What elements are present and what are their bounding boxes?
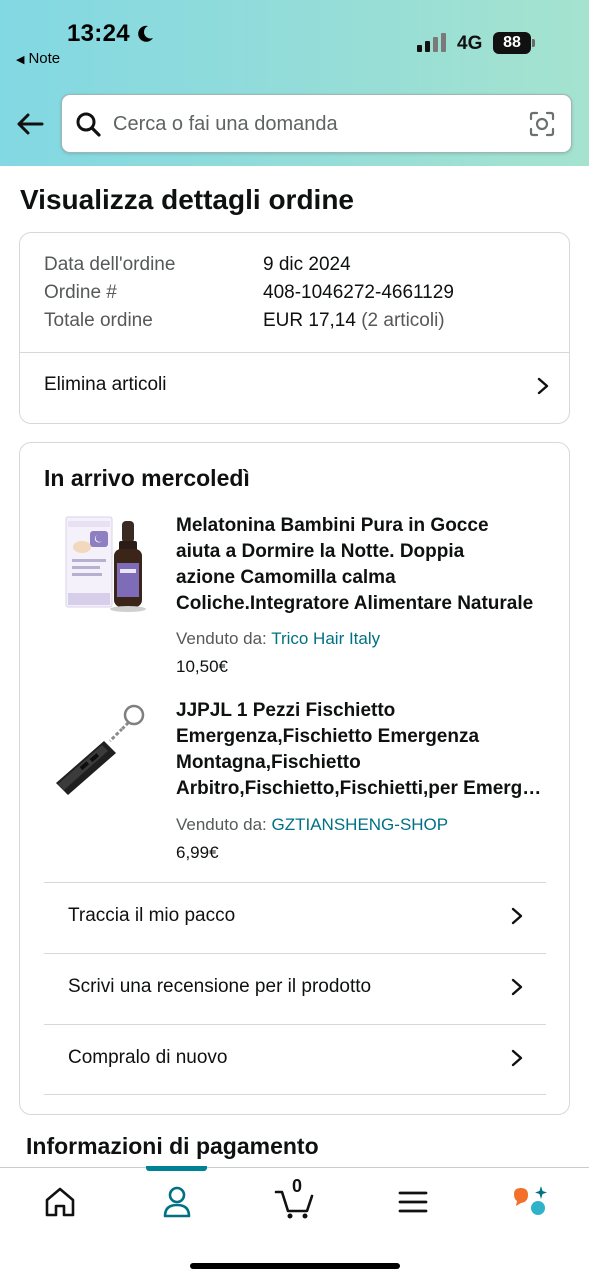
seller-label: Venduto da: [176, 629, 267, 648]
payment-info-title: Informazioni di pagamento [26, 1133, 319, 1159]
track-package-label: Traccia il mio pacco [68, 905, 236, 926]
delivery-status-title: In arrivo mercoledì [44, 465, 250, 491]
back-to-app-link[interactable]: ◀ Note [16, 50, 60, 67]
product-title[interactable]: JJPJL 1 Pezzi Fischietto Emergenza,Fisch… [176, 698, 548, 802]
rufus-icon[interactable] [510, 1184, 550, 1220]
battery-level: 88 [493, 32, 531, 54]
header: 13:24 ◀ Note 4G 88 [0, 0, 589, 166]
chevron-right-icon [537, 377, 549, 395]
search-bar[interactable] [61, 94, 572, 153]
write-review-row[interactable]: Scrivi una recensione per il prodotto [44, 953, 546, 1024]
order-date-label: Data dell'ordine [44, 254, 176, 275]
search-icon [76, 112, 101, 137]
cart-count: 0 [291, 1176, 302, 1196]
network-type: 4G [457, 33, 483, 54]
seller-info: Venduto da: Trico Hair Italy [176, 629, 380, 649]
moon-icon [138, 25, 153, 42]
chevron-right-icon [511, 978, 523, 996]
product-title-line: Coliche.Integratore Alimentare Naturale [176, 593, 534, 614]
active-tab-indicator [146, 1166, 207, 1171]
product-title[interactable]: Melatonina Bambini Pura in Gocce aiuta a… [176, 513, 548, 617]
product-image-melatonin[interactable] [64, 513, 150, 613]
menu-icon[interactable] [393, 1184, 433, 1220]
product-price: 10,50€ [176, 657, 228, 676]
account-icon[interactable] [157, 1184, 197, 1220]
seller-label: Venduto da: [176, 815, 267, 834]
camera-scan-icon[interactable] [528, 110, 556, 138]
shipment-card: In arrivo mercoledì Melatonina Bambini P… [19, 442, 570, 1115]
chevron-right-icon [511, 907, 523, 925]
bottom-nav: 0 [0, 1166, 589, 1280]
product-title-line: Montagna,Fischietto [176, 752, 361, 773]
battery-icon: 88 [493, 32, 535, 54]
product-title-line: azione Camomilla calma [176, 567, 396, 588]
order-number-label: Ordine # [44, 282, 117, 303]
order-total-label: Totale ordine [44, 310, 153, 331]
buy-again-row[interactable]: Compralo di nuovo [44, 1024, 546, 1095]
delete-items-row[interactable]: Elimina articoli [20, 353, 569, 424]
product-title-line: Arbitro,Fischietto,Fischietti,per Emerge… [176, 778, 548, 799]
write-review-label: Scrivi una recensione per il prodotto [68, 976, 372, 997]
home-icon[interactable] [40, 1184, 80, 1220]
buy-again-label: Compralo di nuovo [68, 1047, 228, 1068]
order-date-value: 9 dic 2024 [263, 254, 351, 275]
order-number-value: 408-1046272-4661129 [263, 282, 454, 303]
back-app-label: Note [28, 50, 61, 67]
product-title-line: Emergenza,Fischietto Emergenza [176, 726, 480, 747]
seller-link[interactable]: Trico Hair Italy [271, 629, 380, 648]
product-title-line: aiuta a Dormire la Notte. Doppia [176, 541, 465, 562]
page-title: Visualizza dettagli ordine [20, 184, 355, 215]
product-price: 6,99€ [176, 843, 219, 862]
back-arrow-icon[interactable] [14, 108, 46, 140]
delete-items-label: Elimina articoli [44, 374, 167, 395]
product-title-line: Melatonina Bambini Pura in Gocce [176, 515, 489, 536]
signal-icon [417, 33, 446, 52]
order-summary-card: Data dell'ordine 9 dic 2024 Ordine # 408… [19, 232, 570, 424]
order-total-amount: EUR 17,14 [263, 310, 356, 331]
seller-info: Venduto da: GZTIANSHENG-SHOP [176, 815, 448, 835]
order-total-items: (2 articoli) [361, 310, 445, 331]
order-total-value: EUR 17,14 (2 articoli) [263, 310, 445, 332]
seller-link[interactable]: GZTIANSHENG-SHOP [272, 815, 449, 834]
status-time: 13:24 [67, 20, 130, 47]
chevron-right-icon [511, 1049, 523, 1067]
back-triangle-icon: ◀ [16, 54, 25, 66]
search-input[interactable] [113, 109, 513, 139]
product-image-whistle[interactable] [52, 701, 152, 801]
product-title-line: JJPJL 1 Pezzi Fischietto [176, 700, 396, 721]
track-package-row[interactable]: Traccia il mio pacco [44, 882, 546, 953]
home-indicator [190, 1263, 400, 1269]
